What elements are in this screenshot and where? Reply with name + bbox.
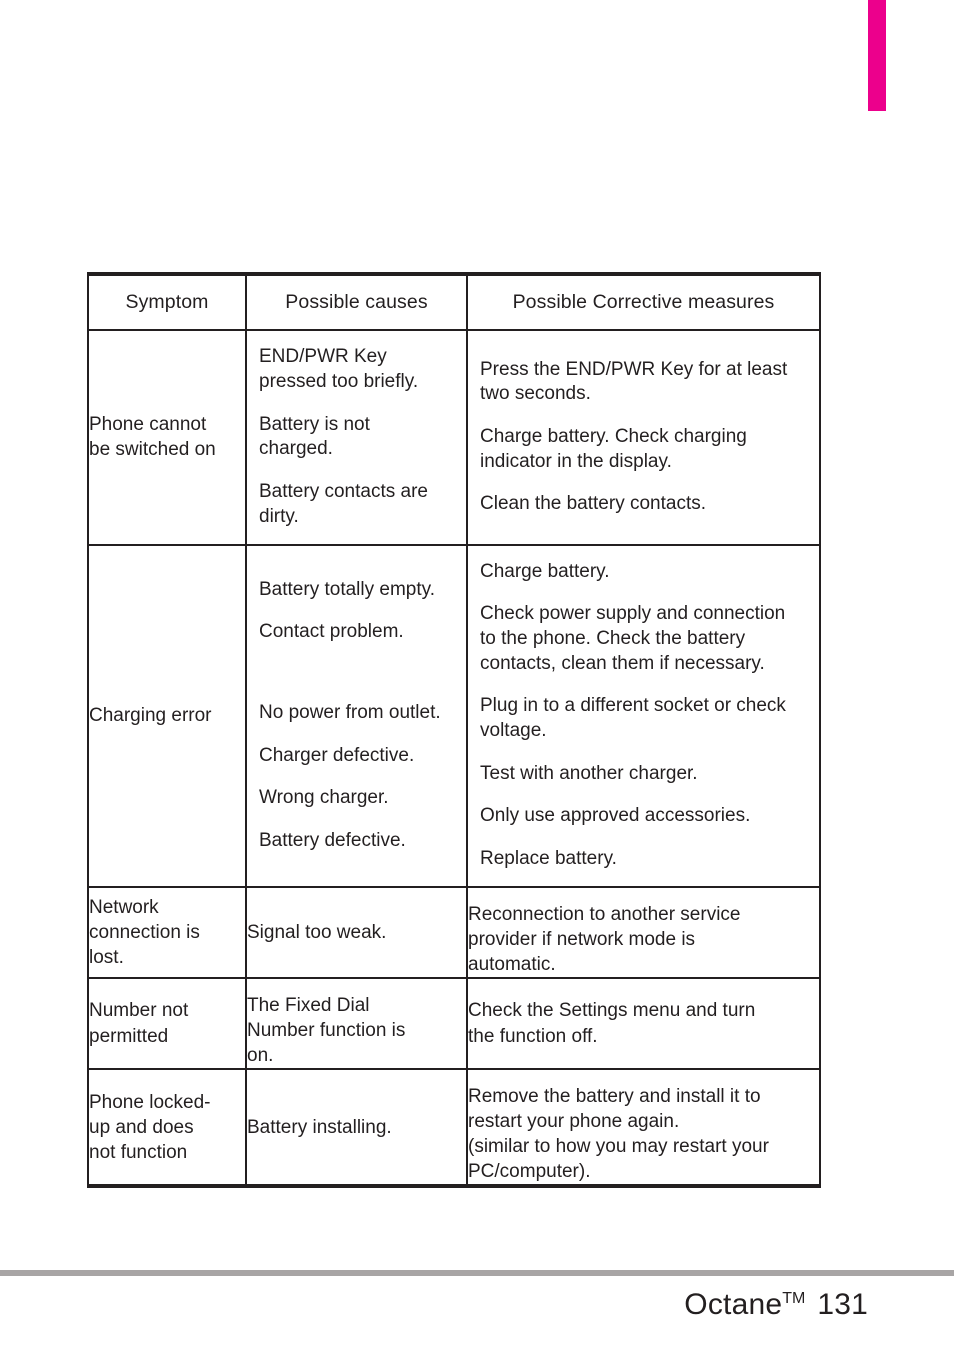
table-row: Network connection is lost. Signal too w… [87, 886, 821, 979]
cell-possible-causes: The Fixed Dial Number function is on. [245, 977, 468, 1071]
cell-symptom: Network connection is lost. [87, 886, 247, 979]
troubleshooting-table-container: Symptom Possible causes Possible Correct… [87, 272, 821, 1189]
cause-item: Battery defective. [259, 829, 406, 851]
table-header: Symptom Possible causes Possible Correct… [87, 274, 821, 332]
measure-item: Plug in to a different socket or check v… [480, 695, 786, 741]
column-header-symptom: Symptom [87, 274, 247, 332]
table-body: Phone cannot be switched on END/PWR Key … [87, 330, 821, 1187]
measure-item: Only use approved accessories. [480, 805, 751, 827]
cell-corrective-measures: Remove the battery and install it to res… [466, 1069, 821, 1187]
troubleshooting-table: Symptom Possible causes Possible Correct… [87, 272, 821, 1189]
cause-item: No power from outlet. [259, 701, 441, 723]
cell-symptom: Phone cannot be switched on [87, 330, 247, 546]
measure-item: Press the END/PWR Key for at least two s… [480, 358, 788, 405]
table-header-row: Symptom Possible causes Possible Correct… [87, 274, 821, 332]
cell-possible-causes: Signal too weak. [245, 886, 468, 979]
table-row: Charging error Battery totally empty. Co… [87, 544, 821, 888]
measure-item: Clean the battery contacts. [480, 493, 707, 515]
measure-item: Charge battery. [480, 560, 610, 582]
table-row: Phone cannot be switched on END/PWR Key … [87, 330, 821, 546]
cell-possible-causes: Battery installing. [245, 1069, 468, 1187]
table-row: Number not permitted The Fixed Dial Numb… [87, 977, 821, 1071]
page-number: 131 [817, 1288, 868, 1321]
cell-symptom: Number not permitted [87, 977, 247, 1071]
cause-item: END/PWR Key pressed too briefly. [259, 346, 419, 393]
cause-item: Battery totally empty. [259, 578, 435, 600]
trademark-symbol: TM [782, 1290, 806, 1307]
page-footer: OctaneTM 131 [684, 1288, 868, 1322]
cause-item: Charger defective. [259, 744, 415, 766]
cell-corrective-measures: Reconnection to another service provider… [466, 886, 821, 979]
cell-corrective-measures: Charge battery. Check power supply and c… [466, 544, 821, 888]
measure-item: Replace battery. [480, 848, 617, 869]
measure-item: Test with another charger. [480, 762, 698, 784]
cause-item: Contact problem. [259, 621, 404, 643]
cell-corrective-measures: Press the END/PWR Key for at least two s… [466, 330, 821, 546]
cause-item: Wrong charger. [259, 787, 389, 809]
column-header-possible-corrective-measures: Possible Corrective measures [466, 274, 821, 332]
cell-symptom: Charging error [87, 544, 247, 888]
cell-possible-causes: END/PWR Key pressed too briefly. Battery… [245, 330, 468, 546]
cause-item: Battery contacts are dirty. [259, 481, 428, 527]
footer-divider [0, 1270, 954, 1276]
table-row: Phone locked- up and does not function B… [87, 1069, 821, 1187]
section-tab [868, 0, 886, 111]
cell-possible-causes: Battery totally empty. Contact problem. … [245, 544, 468, 888]
cell-symptom: Phone locked- up and does not function [87, 1069, 247, 1187]
product-name: Octane [684, 1288, 783, 1321]
measure-item: Charge battery. Check charging indicator… [480, 426, 747, 472]
cause-item: Battery is not charged. [259, 413, 370, 460]
cell-corrective-measures: Check the Settings menu and turn the fun… [466, 977, 821, 1071]
column-header-possible-causes: Possible causes [245, 274, 468, 332]
measure-item: Check power supply and connection to the… [480, 603, 786, 674]
